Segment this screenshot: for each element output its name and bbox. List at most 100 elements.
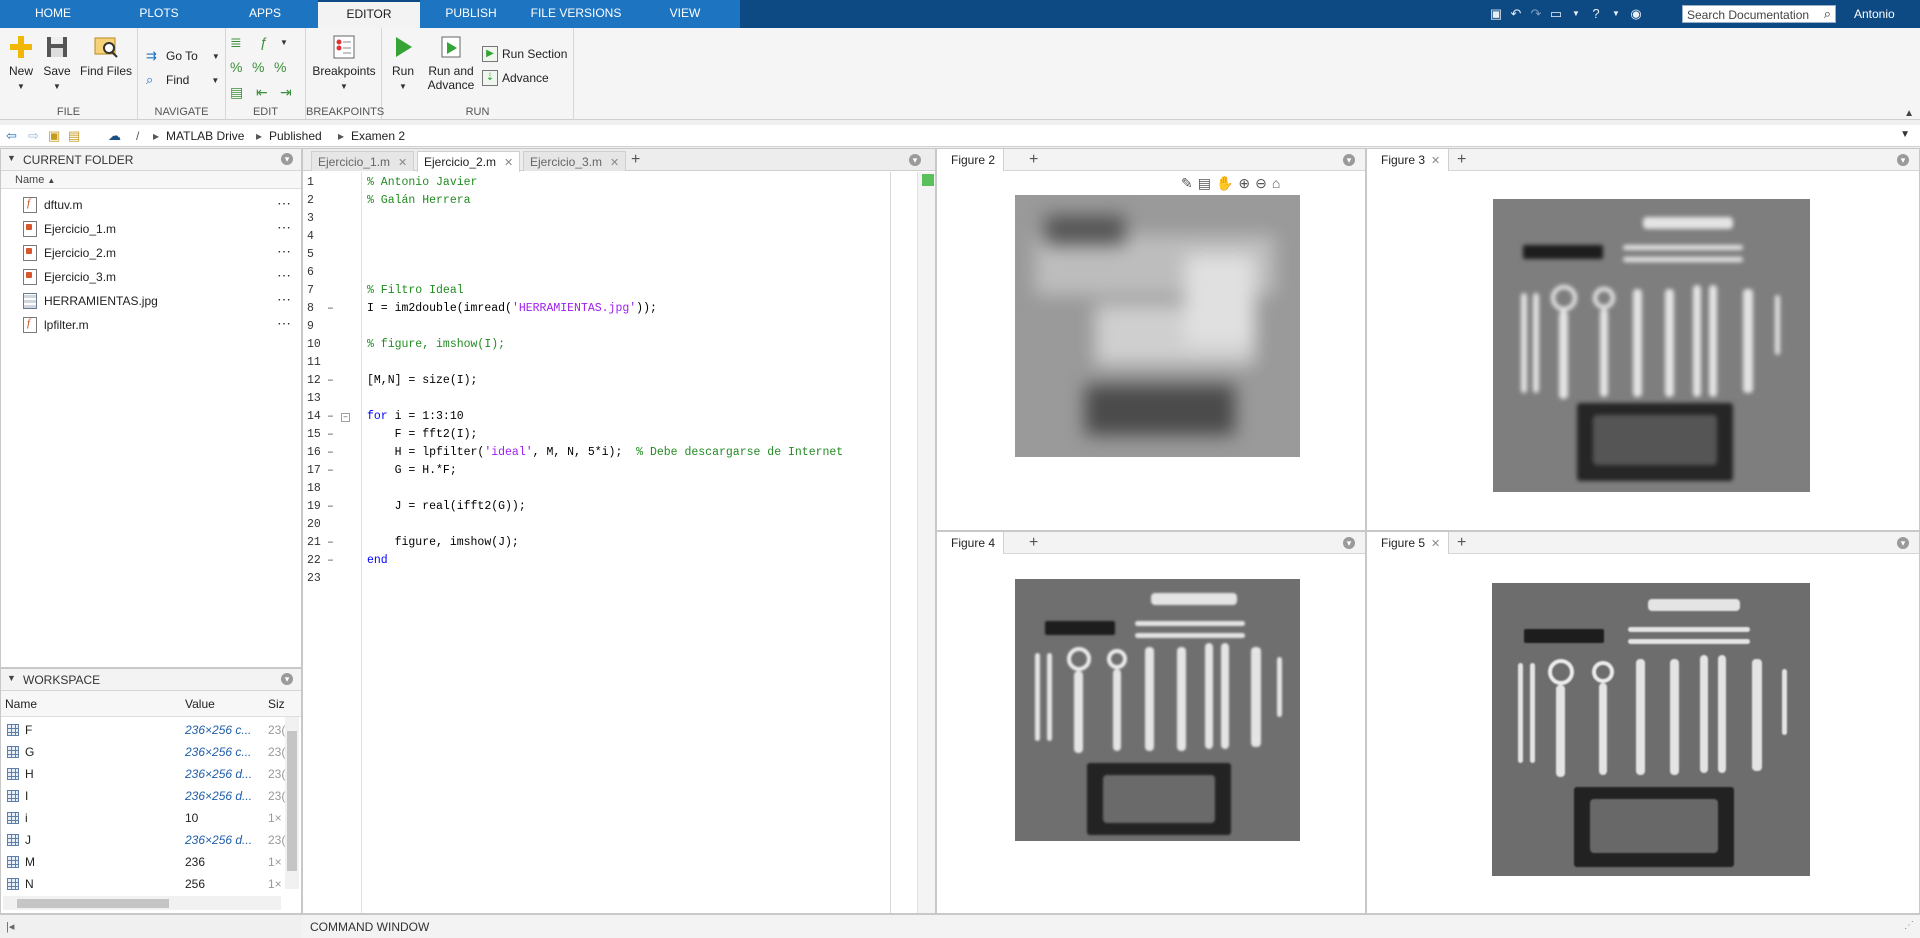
code-line[interactable]: for i = 1:3:10 — [367, 410, 464, 428]
line-number[interactable]: 7 — [307, 284, 327, 302]
editor-tab-ejercicio-1[interactable]: Ejercicio_1.m ✕ — [311, 151, 415, 171]
file-item[interactable]: dftuv.m ⋯ — [1, 193, 301, 217]
advance-button[interactable]: ⇣ Advance — [482, 70, 549, 86]
address-history-caret-icon[interactable]: ▼ — [1900, 129, 1910, 140]
help-icon[interactable]: ? — [1587, 5, 1605, 23]
line-number[interactable]: 5 — [307, 248, 327, 266]
variable-row[interactable]: J 236×256 d... 23( — [1, 829, 285, 851]
close-tab-icon[interactable]: ✕ — [504, 157, 513, 169]
browse-folder-icon[interactable]: ▤ — [68, 128, 80, 144]
save-icon[interactable]: ▣ — [1487, 5, 1505, 23]
scrollbar-thumb[interactable] — [17, 899, 169, 908]
matlab-drive-icon[interactable]: ☁ — [108, 128, 121, 144]
line-number[interactable]: 15 — [307, 428, 327, 446]
code-analyzer-ok-icon[interactable] — [922, 174, 934, 186]
more-options-icon[interactable]: ⋯ — [277, 219, 291, 236]
variable-row[interactable]: F 236×256 c... 23( — [1, 719, 285, 741]
more-options-icon[interactable]: ⋯ — [277, 291, 291, 308]
new-figure-tab-icon[interactable]: + — [1457, 534, 1466, 552]
variable-row[interactable]: I 236×256 d... 23( — [1, 785, 285, 807]
line-number[interactable]: 16 — [307, 446, 327, 464]
breakpoints-button[interactable]: Breakpoints ▼ — [312, 34, 376, 92]
comment-button[interactable]: % — [230, 59, 246, 75]
new-button[interactable]: New ▼ — [6, 34, 36, 92]
tab-publish[interactable]: PUBLISH — [420, 0, 522, 28]
figure-3-tab[interactable]: Figure 3 ✕ — [1367, 149, 1450, 171]
save-button[interactable]: Save ▼ — [42, 34, 72, 92]
line-number[interactable]: 4 — [307, 230, 327, 248]
editor-tab-ejercicio-2[interactable]: Ejercicio_2.m ✕ — [417, 151, 521, 172]
tab-file-versions[interactable]: FILE VERSIONS — [522, 0, 630, 28]
scrollbar-thumb[interactable] — [287, 731, 297, 871]
code-line[interactable]: [M,N] = size(I); — [367, 374, 477, 392]
breakpoint-marker[interactable]: – — [327, 554, 335, 567]
new-tab-icon[interactable]: + — [631, 151, 640, 169]
tab-editor[interactable]: EDITOR — [318, 0, 420, 28]
up-folder-icon[interactable]: ▣ — [48, 128, 60, 144]
value-column-header[interactable]: Value — [185, 697, 215, 711]
line-number[interactable]: 20 — [307, 518, 327, 536]
wrap-comments-button[interactable]: % — [274, 59, 290, 75]
brush-icon[interactable]: ✎ — [1181, 175, 1193, 192]
more-options-icon[interactable]: ⋯ — [277, 315, 291, 332]
line-number[interactable]: 8 — [307, 302, 327, 320]
breadcrumb-published[interactable]: Published — [269, 129, 322, 143]
undo-icon[interactable]: ↶ — [1507, 5, 1525, 23]
line-number[interactable]: 13 — [307, 392, 327, 410]
code-line[interactable]: % Antonio Javier — [367, 176, 477, 194]
figure-actions-icon[interactable]: ▾ — [1343, 154, 1355, 166]
fold-toggle-icon[interactable]: – — [341, 413, 350, 422]
figure-actions-icon[interactable]: ▾ — [1897, 537, 1909, 549]
figure-2-tab[interactable]: Figure 2 — [937, 149, 1005, 171]
code-line[interactable]: G = H.*F; — [367, 464, 457, 482]
file-item[interactable]: lpfilter.m ⋯ — [1, 313, 301, 337]
line-number[interactable]: 3 — [307, 212, 327, 230]
panel-actions-icon[interactable]: ▾ — [281, 673, 293, 685]
code-line[interactable]: % Filtro Ideal — [367, 284, 464, 302]
breakpoint-marker[interactable]: – — [327, 500, 335, 513]
user-account-menu[interactable]: Antonio — [1854, 7, 1895, 21]
code-line[interactable]: F = fft2(I); — [367, 428, 478, 446]
line-number[interactable]: 22 — [307, 554, 327, 572]
line-number[interactable]: 14 — [307, 410, 327, 428]
collapse-panel-icon[interactable]: ▼ — [7, 673, 16, 683]
breakpoint-marker[interactable]: – — [327, 446, 335, 459]
line-number[interactable]: 11 — [307, 356, 327, 374]
code-line[interactable]: figure, imshow(J); — [367, 536, 519, 554]
editor-scrollbar[interactable] — [917, 172, 935, 913]
decrease-indent-button[interactable]: ⇤ — [256, 84, 272, 100]
uncomment-button[interactable]: % — [252, 59, 268, 75]
breadcrumb-matlab-drive[interactable]: MATLAB Drive — [166, 129, 244, 143]
find-files-button[interactable]: Find Files — [80, 34, 132, 78]
line-number[interactable]: 10 — [307, 338, 327, 356]
code-line[interactable]: J = real(ifft2(G)); — [367, 500, 526, 518]
code-line[interactable]: end — [367, 554, 388, 572]
more-options-icon[interactable]: ⋯ — [277, 267, 291, 284]
find-button[interactable]: ⌕ Find ▼ — [146, 72, 219, 88]
run-button[interactable]: Run ▼ — [388, 34, 418, 92]
breakpoint-marker[interactable]: – — [327, 302, 335, 315]
editor-tab-ejercicio-3[interactable]: Ejercicio_3.m ✕ — [523, 151, 627, 171]
variable-row[interactable]: i 10 1× — [1, 807, 283, 829]
line-number[interactable]: 18 — [307, 482, 327, 500]
command-window-bar[interactable]: COMMAND WINDOW ⋰ — [302, 914, 1920, 938]
tab-view[interactable]: VIEW — [630, 0, 740, 28]
forward-icon[interactable]: ⇨ — [28, 128, 39, 144]
line-number[interactable]: 1 — [307, 176, 327, 194]
redo-icon[interactable]: ↷ — [1527, 5, 1545, 23]
restore-view-icon[interactable]: ⌂ — [1272, 175, 1280, 192]
collapse-panel-icon[interactable]: ▼ — [7, 153, 16, 163]
file-item[interactable]: Ejercicio_3.m ⋯ — [1, 265, 301, 289]
name-column-header[interactable]: Name ▲ — [15, 174, 55, 186]
data-tips-icon[interactable]: ▤ — [1198, 175, 1211, 192]
figure-actions-icon[interactable]: ▾ — [1343, 537, 1355, 549]
collapse-ribbon-icon[interactable]: ▲ — [1904, 108, 1914, 119]
editor-actions-icon[interactable]: ▾ — [909, 154, 921, 166]
name-column-header[interactable]: Name — [5, 697, 37, 711]
new-figure-tab-icon[interactable]: + — [1029, 151, 1038, 169]
close-tab-icon[interactable]: ✕ — [1431, 538, 1440, 550]
tab-plots[interactable]: PLOTS — [106, 0, 212, 28]
close-tab-icon[interactable]: ✕ — [1431, 155, 1440, 167]
breadcrumb-examen-2[interactable]: Examen 2 — [351, 129, 405, 143]
tab-home[interactable]: HOME — [0, 0, 106, 28]
